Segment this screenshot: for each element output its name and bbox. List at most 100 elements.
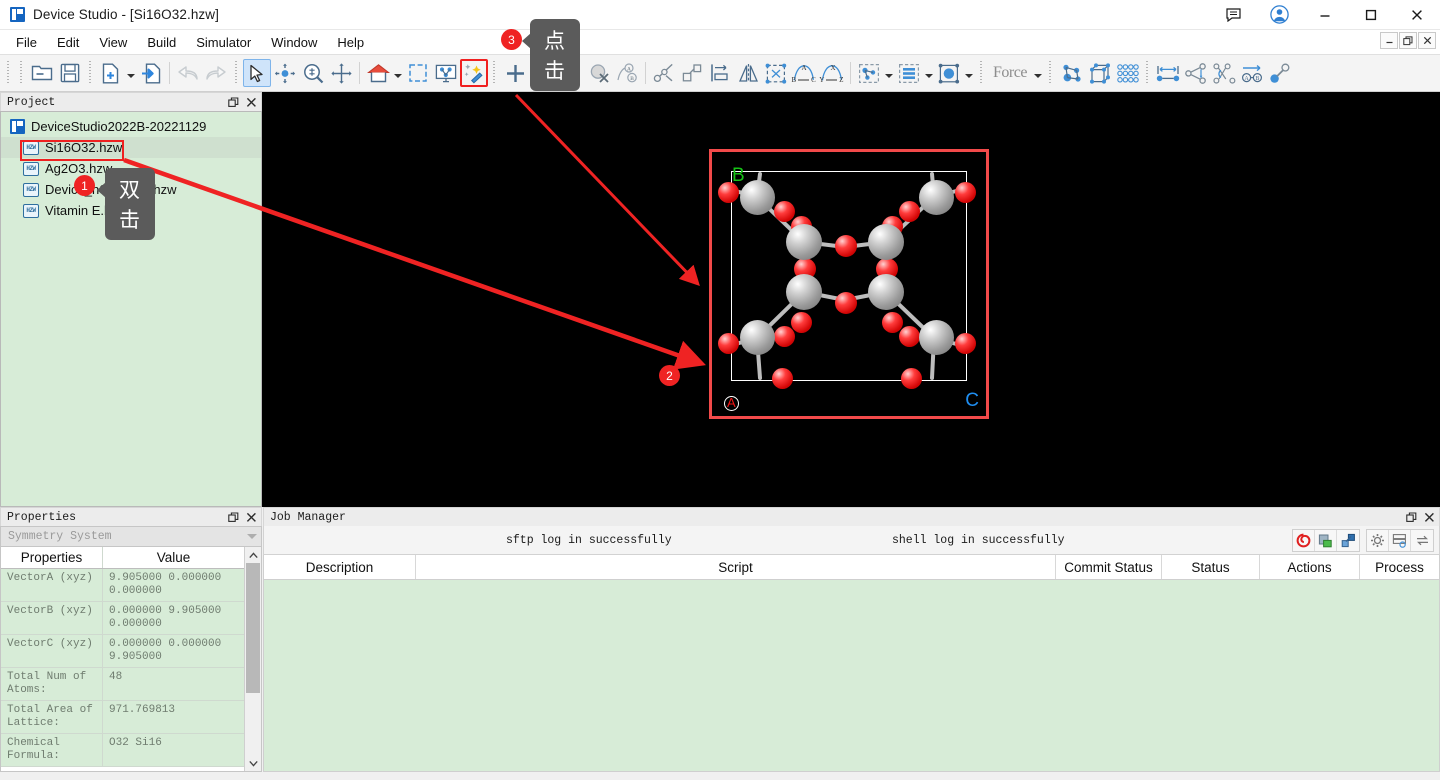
zoom-tool-button[interactable] <box>299 59 327 87</box>
tree-root-node[interactable]: DeviceStudio2022B-20221129 <box>1 116 261 137</box>
measure-angle-button[interactable] <box>1182 59 1210 87</box>
magic-wand-sparkle-icon[interactable] <box>460 59 488 87</box>
atom-display-button[interactable] <box>855 59 883 87</box>
delete-atom-button[interactable] <box>585 59 613 87</box>
build-supercell-button[interactable] <box>1113 59 1141 87</box>
layer-display-dropdown-caret[interactable] <box>923 59 935 87</box>
layer-display-button[interactable] <box>895 59 923 87</box>
tree-item-ag2o3[interactable]: HZW Ag2O3.hzw <box>1 158 261 179</box>
mirror-button[interactable] <box>734 59 762 87</box>
ab-vector-button[interactable]: AB <box>1238 59 1266 87</box>
gear-icon[interactable] <box>1367 530 1389 551</box>
restore-window-icon[interactable] <box>225 510 241 525</box>
close-icon[interactable] <box>1421 510 1437 525</box>
table-row[interactable]: Total Num of Atoms: 48 <box>1 668 244 701</box>
toolbar-grip[interactable] <box>978 61 985 85</box>
rotate-tool-button[interactable] <box>271 59 299 87</box>
scrollbar-thumb[interactable] <box>246 563 260 693</box>
column-header-status[interactable]: Status <box>1162 555 1260 579</box>
select-region-button[interactable] <box>762 59 790 87</box>
fit-view-button[interactable] <box>404 59 432 87</box>
mdi-restore-button[interactable] <box>1399 32 1417 49</box>
structure-viewport[interactable]: B C A <box>262 92 1440 507</box>
restore-window-icon[interactable] <box>1403 510 1419 525</box>
menu-build[interactable]: Build <box>137 32 186 53</box>
add-atom-button[interactable] <box>501 59 529 87</box>
table-row[interactable]: VectorC (xyz) 0.000000 0.000000 9.905000 <box>1 635 244 668</box>
home-view-dropdown-caret[interactable] <box>392 59 404 87</box>
undo-button[interactable] <box>174 59 202 87</box>
add-hydrogen-button[interactable] <box>557 59 585 87</box>
force-field-button[interactable]: Force <box>988 59 1032 87</box>
align-button[interactable] <box>706 59 734 87</box>
red-spiral-icon[interactable] <box>1293 530 1315 551</box>
maximize-button[interactable] <box>1348 0 1394 30</box>
column-header-process[interactable]: Process <box>1360 555 1439 579</box>
menu-window[interactable]: Window <box>261 32 327 53</box>
properties-scrollbar[interactable] <box>244 547 261 771</box>
scrollbar-track[interactable] <box>245 563 261 755</box>
toolbar-grip[interactable] <box>1144 61 1151 85</box>
column-header-description[interactable]: Description <box>264 555 416 579</box>
column-header-script[interactable]: Script <box>416 555 1056 579</box>
bond-tool-button[interactable] <box>650 59 678 87</box>
tree-item-device-nsi[interactable]: HZW Device_nSi-XXXX.hzw <box>1 179 261 200</box>
close-icon[interactable] <box>243 510 259 525</box>
column-header-actions[interactable]: Actions <box>1260 555 1360 579</box>
home-view-button[interactable] <box>364 59 392 87</box>
toolbar-grip[interactable] <box>5 61 12 85</box>
scroll-down-icon[interactable] <box>245 755 261 771</box>
build-crystal-button[interactable] <box>1085 59 1113 87</box>
table-row[interactable]: VectorA (xyz) 9.905000 0.000000 0.000000 <box>1 569 244 602</box>
cell-display-button[interactable] <box>935 59 963 87</box>
add-molecule-button[interactable] <box>529 59 557 87</box>
menu-edit[interactable]: Edit <box>47 32 89 53</box>
angle-measure-button[interactable]: ABC <box>790 59 818 87</box>
tree-item-si16o32[interactable]: HZW Si16O32.hzw <box>1 137 261 158</box>
measure-torsion-button[interactable] <box>1210 59 1238 87</box>
dihedral-measure-button[interactable]: XYZ <box>818 59 846 87</box>
mdi-minimize-button[interactable] <box>1380 32 1398 49</box>
redo-button[interactable] <box>202 59 230 87</box>
export-file-button[interactable] <box>137 59 165 87</box>
toolbar-grip[interactable] <box>18 61 25 85</box>
open-project-button[interactable] <box>28 59 56 87</box>
toolbar-grip[interactable] <box>233 61 240 85</box>
symmetry-system-select[interactable]: Symmetry System <box>0 526 262 547</box>
menu-file[interactable]: File <box>6 32 47 53</box>
label-atom-button[interactable]: AB <box>613 59 641 87</box>
build-molecule-button[interactable] <box>1057 59 1085 87</box>
save-button[interactable] <box>56 59 84 87</box>
table-row[interactable]: Total Area of Lattice: 971.769813 <box>1 701 244 734</box>
atom-display-dropdown-caret[interactable] <box>883 59 895 87</box>
force-dropdown-caret[interactable] <box>1032 59 1044 87</box>
menu-simulator[interactable]: Simulator <box>186 32 261 53</box>
server-config-icon[interactable] <box>1389 530 1411 551</box>
toolbar-grip[interactable] <box>87 61 94 85</box>
bond-length-button[interactable] <box>1266 59 1294 87</box>
project-tree[interactable]: DeviceStudio2022B-20221129 HZW Si16O32.h… <box>0 111 262 507</box>
display-style-button[interactable] <box>432 59 460 87</box>
menu-help[interactable]: Help <box>327 32 374 53</box>
mdi-close-button[interactable] <box>1418 32 1436 49</box>
select-tool-button[interactable] <box>243 59 271 87</box>
pan-tool-button[interactable] <box>327 59 355 87</box>
table-row[interactable]: Chemical Formula: O32 Si16 <box>1 734 244 767</box>
feedback-icon[interactable] <box>1210 0 1256 30</box>
close-icon[interactable] <box>243 95 259 110</box>
new-file-button[interactable] <box>97 59 125 87</box>
new-file-dropdown-caret[interactable] <box>125 59 137 87</box>
minimize-button[interactable] <box>1302 0 1348 30</box>
measure-distance-button[interactable] <box>1154 59 1182 87</box>
toolbar-grip[interactable] <box>1047 61 1054 85</box>
plug-connect-icon[interactable] <box>1337 530 1359 551</box>
tree-item-vitamin-e[interactable]: HZW Vitamin E.hzw <box>1 200 261 221</box>
restore-window-icon[interactable] <box>225 95 241 110</box>
toolbar-grip[interactable] <box>491 61 498 85</box>
table-row[interactable]: VectorB (xyz) 0.000000 9.905000 0.000000 <box>1 602 244 635</box>
translate-button[interactable] <box>678 59 706 87</box>
server-add-icon[interactable] <box>1315 530 1337 551</box>
scroll-up-icon[interactable] <box>245 547 261 563</box>
cell-display-dropdown-caret[interactable] <box>963 59 975 87</box>
refresh-sync-icon[interactable] <box>1411 530 1433 551</box>
